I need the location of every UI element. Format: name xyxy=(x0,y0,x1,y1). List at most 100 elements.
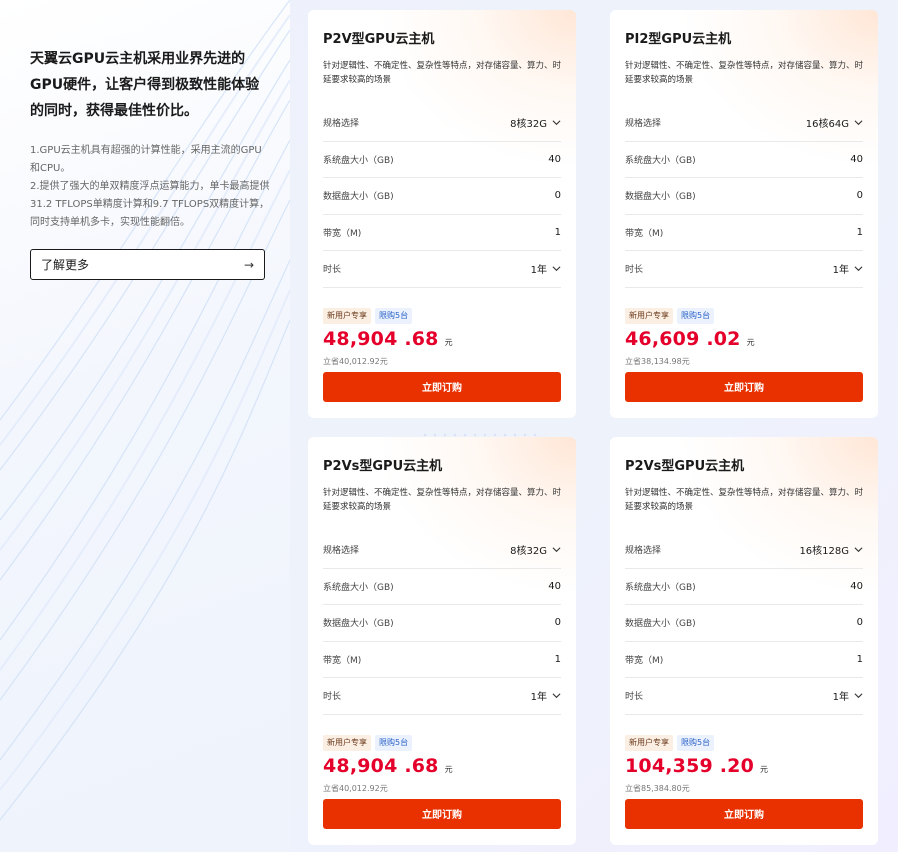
product-title: P2V型GPU云主机 xyxy=(323,32,435,47)
price-unit: 元 xyxy=(746,337,755,347)
duration-select[interactable]: 1年 xyxy=(833,261,863,276)
flavor-select[interactable]: 16核128G xyxy=(799,542,863,557)
intro-description: 1.GPU云主机具有超强的计算性能，采用主流的GPU和CPU。 2.提供了强大的… xyxy=(30,142,270,232)
system-disk-input[interactable]: 40 xyxy=(548,154,561,165)
product-card: P2Vs型GPU云主机 针对逻辑性、不确定性、复杂性等特点，对存储容量、算力、时… xyxy=(308,437,576,845)
product-description: 针对逻辑性、不确定性、复杂性等特点，对存储容量、算力、时延要求较高的场景 xyxy=(625,61,864,85)
flavor-select[interactable]: 8核32G xyxy=(510,542,561,557)
learn-more-label: 了解更多 xyxy=(41,258,90,272)
bandwidth-input[interactable]: 1 xyxy=(857,227,863,238)
price-row: 46,609 .02 元 xyxy=(625,328,863,354)
purchase-limit-badge: 限购5台 xyxy=(375,734,413,751)
spec-list: 规格选择 16核64G 系统盘大小（GB) 40 数据盘大小（GB) 0 带宽（… xyxy=(625,105,863,288)
product-description: 针对逻辑性、不确定性、复杂性等特点，对存储容量、算力、时延要求较高的场景 xyxy=(323,488,562,512)
spec-row-data-disk: 数据盘大小（GB) 0 xyxy=(323,605,561,642)
spec-label: 规格选择 xyxy=(625,119,662,130)
data-disk-input[interactable]: 0 xyxy=(857,617,863,628)
new-user-badge: 新用户专享 xyxy=(625,734,673,751)
data-disk-label: 数据盘大小（GB) xyxy=(323,192,394,203)
order-now-button[interactable]: 立即订购 xyxy=(625,798,863,829)
chevron-down-icon xyxy=(854,266,863,272)
intro-desc-point-2: 2.提供了强大的单双精度浮点运算能力，单卡最高提供31.2 TFLOPS单精度计… xyxy=(30,181,270,228)
data-disk-input[interactable]: 0 xyxy=(555,190,561,201)
price: 46,609 .02 xyxy=(625,327,741,350)
bandwidth-label: 带宽（M) xyxy=(323,655,362,666)
new-user-badge: 新用户专享 xyxy=(323,734,371,751)
duration-label: 时长 xyxy=(323,692,342,703)
flavor-value: 8核32G xyxy=(510,119,547,131)
spec-row-duration: 时长 1年 xyxy=(625,678,863,715)
intro-title: 天翼云GPU云主机采用业界先进的GPU硬件，让客户得到极致性能体验的同时，获得最… xyxy=(30,51,260,119)
product-title: PI2型GPU云主机 xyxy=(625,32,732,47)
system-disk-label: 系统盘大小（GB) xyxy=(625,155,696,166)
duration-select[interactable]: 1年 xyxy=(531,261,561,276)
product-card: PI2型GPU云主机 针对逻辑性、不确定性、复杂性等特点，对存储容量、算力、时延… xyxy=(610,10,878,418)
duration-select[interactable]: 1年 xyxy=(833,688,863,703)
system-disk-input[interactable]: 40 xyxy=(548,581,561,592)
bandwidth-input[interactable]: 1 xyxy=(555,227,561,238)
chevron-down-icon xyxy=(552,120,561,126)
price-row: 104,359 .20 元 xyxy=(625,755,863,781)
bandwidth-input[interactable]: 1 xyxy=(857,654,863,665)
spec-row-bandwidth: 带宽（M) 1 xyxy=(625,215,863,251)
data-disk-label: 数据盘大小（GB) xyxy=(323,619,394,630)
flavor-select[interactable]: 16核64G xyxy=(806,115,863,130)
purchase-limit-badge: 限购5台 xyxy=(677,734,715,751)
duration-label: 时长 xyxy=(323,265,342,276)
system-disk-label: 系统盘大小（GB) xyxy=(323,155,394,166)
product-title: P2Vs型GPU云主机 xyxy=(323,459,443,474)
chevron-down-icon xyxy=(854,547,863,553)
product-card: P2Vs型GPU云主机 针对逻辑性、不确定性、复杂性等特点，对存储容量、算力、时… xyxy=(610,437,878,845)
system-disk-input[interactable]: 40 xyxy=(850,154,863,165)
chevron-down-icon xyxy=(854,693,863,699)
savings-text: 立省40,012.92元 xyxy=(323,783,388,793)
price: 104,359 .20 xyxy=(625,754,755,777)
purchase-limit-badge: 限购5台 xyxy=(375,307,413,324)
system-disk-input[interactable]: 40 xyxy=(850,581,863,592)
new-user-badge: 新用户专享 xyxy=(625,307,673,324)
duration-value: 1年 xyxy=(832,265,849,277)
savings-text: 立省38,134.98元 xyxy=(625,356,690,366)
arrow-right-icon: → xyxy=(243,257,254,272)
product-description: 针对逻辑性、不确定性、复杂性等特点，对存储容量、算力、时延要求较高的场景 xyxy=(625,488,864,512)
duration-label: 时长 xyxy=(625,692,644,703)
spec-label: 规格选择 xyxy=(625,546,662,557)
product-title: P2Vs型GPU云主机 xyxy=(625,459,745,474)
bandwidth-label: 带宽（M) xyxy=(625,228,664,239)
price-row: 48,904 .68 元 xyxy=(323,755,561,781)
spec-row-duration: 时长 1年 xyxy=(625,251,863,288)
bandwidth-label: 带宽（M) xyxy=(625,655,664,666)
spec-label: 规格选择 xyxy=(323,119,360,130)
spec-list: 规格选择 16核128G 系统盘大小（GB) 40 数据盘大小（GB) 0 带宽… xyxy=(625,532,863,715)
price-row: 48,904 .68 元 xyxy=(323,328,561,354)
chevron-down-icon xyxy=(552,266,561,272)
bandwidth-label: 带宽（M) xyxy=(323,228,362,239)
price: 48,904 .68 xyxy=(323,754,439,777)
chevron-down-icon xyxy=(552,693,561,699)
product-description: 针对逻辑性、不确定性、复杂性等特点，对存储容量、算力、时延要求较高的场景 xyxy=(323,61,562,85)
new-user-badge: 新用户专享 xyxy=(323,307,371,324)
spec-list: 规格选择 8核32G 系统盘大小（GB) 40 数据盘大小（GB) 0 带宽（M… xyxy=(323,532,561,715)
order-now-button[interactable]: 立即订购 xyxy=(323,371,561,402)
badge-group: 新用户专享 限购5台 xyxy=(625,307,863,324)
order-now-button[interactable]: 立即订购 xyxy=(323,798,561,829)
flavor-value: 16核128G xyxy=(799,546,849,558)
spec-row-system-disk: 系统盘大小（GB) 40 xyxy=(323,142,561,178)
intro-panel: 天翼云GPU云主机采用业界先进的GPU硬件，让客户得到极致性能体验的同时，获得最… xyxy=(0,0,290,852)
data-disk-input[interactable]: 0 xyxy=(857,190,863,201)
spec-row-bandwidth: 带宽（M) 1 xyxy=(323,642,561,678)
data-disk-input[interactable]: 0 xyxy=(555,617,561,628)
duration-select[interactable]: 1年 xyxy=(531,688,561,703)
learn-more-button[interactable]: 了解更多 → xyxy=(30,249,265,280)
spec-row-duration: 时长 1年 xyxy=(323,678,561,715)
bandwidth-input[interactable]: 1 xyxy=(555,654,561,665)
purchase-limit-badge: 限购5台 xyxy=(677,307,715,324)
badge-group: 新用户专享 限购5台 xyxy=(625,734,863,751)
duration-value: 1年 xyxy=(530,265,547,277)
price: 48,904 .68 xyxy=(323,327,439,350)
spec-row-system-disk: 系统盘大小（GB) 40 xyxy=(323,569,561,605)
flavor-select[interactable]: 8核32G xyxy=(510,115,561,130)
order-now-button[interactable]: 立即订购 xyxy=(625,371,863,402)
spec-row-flavor: 规格选择 16核128G xyxy=(625,532,863,569)
savings-text: 立省40,012.92元 xyxy=(323,356,388,366)
